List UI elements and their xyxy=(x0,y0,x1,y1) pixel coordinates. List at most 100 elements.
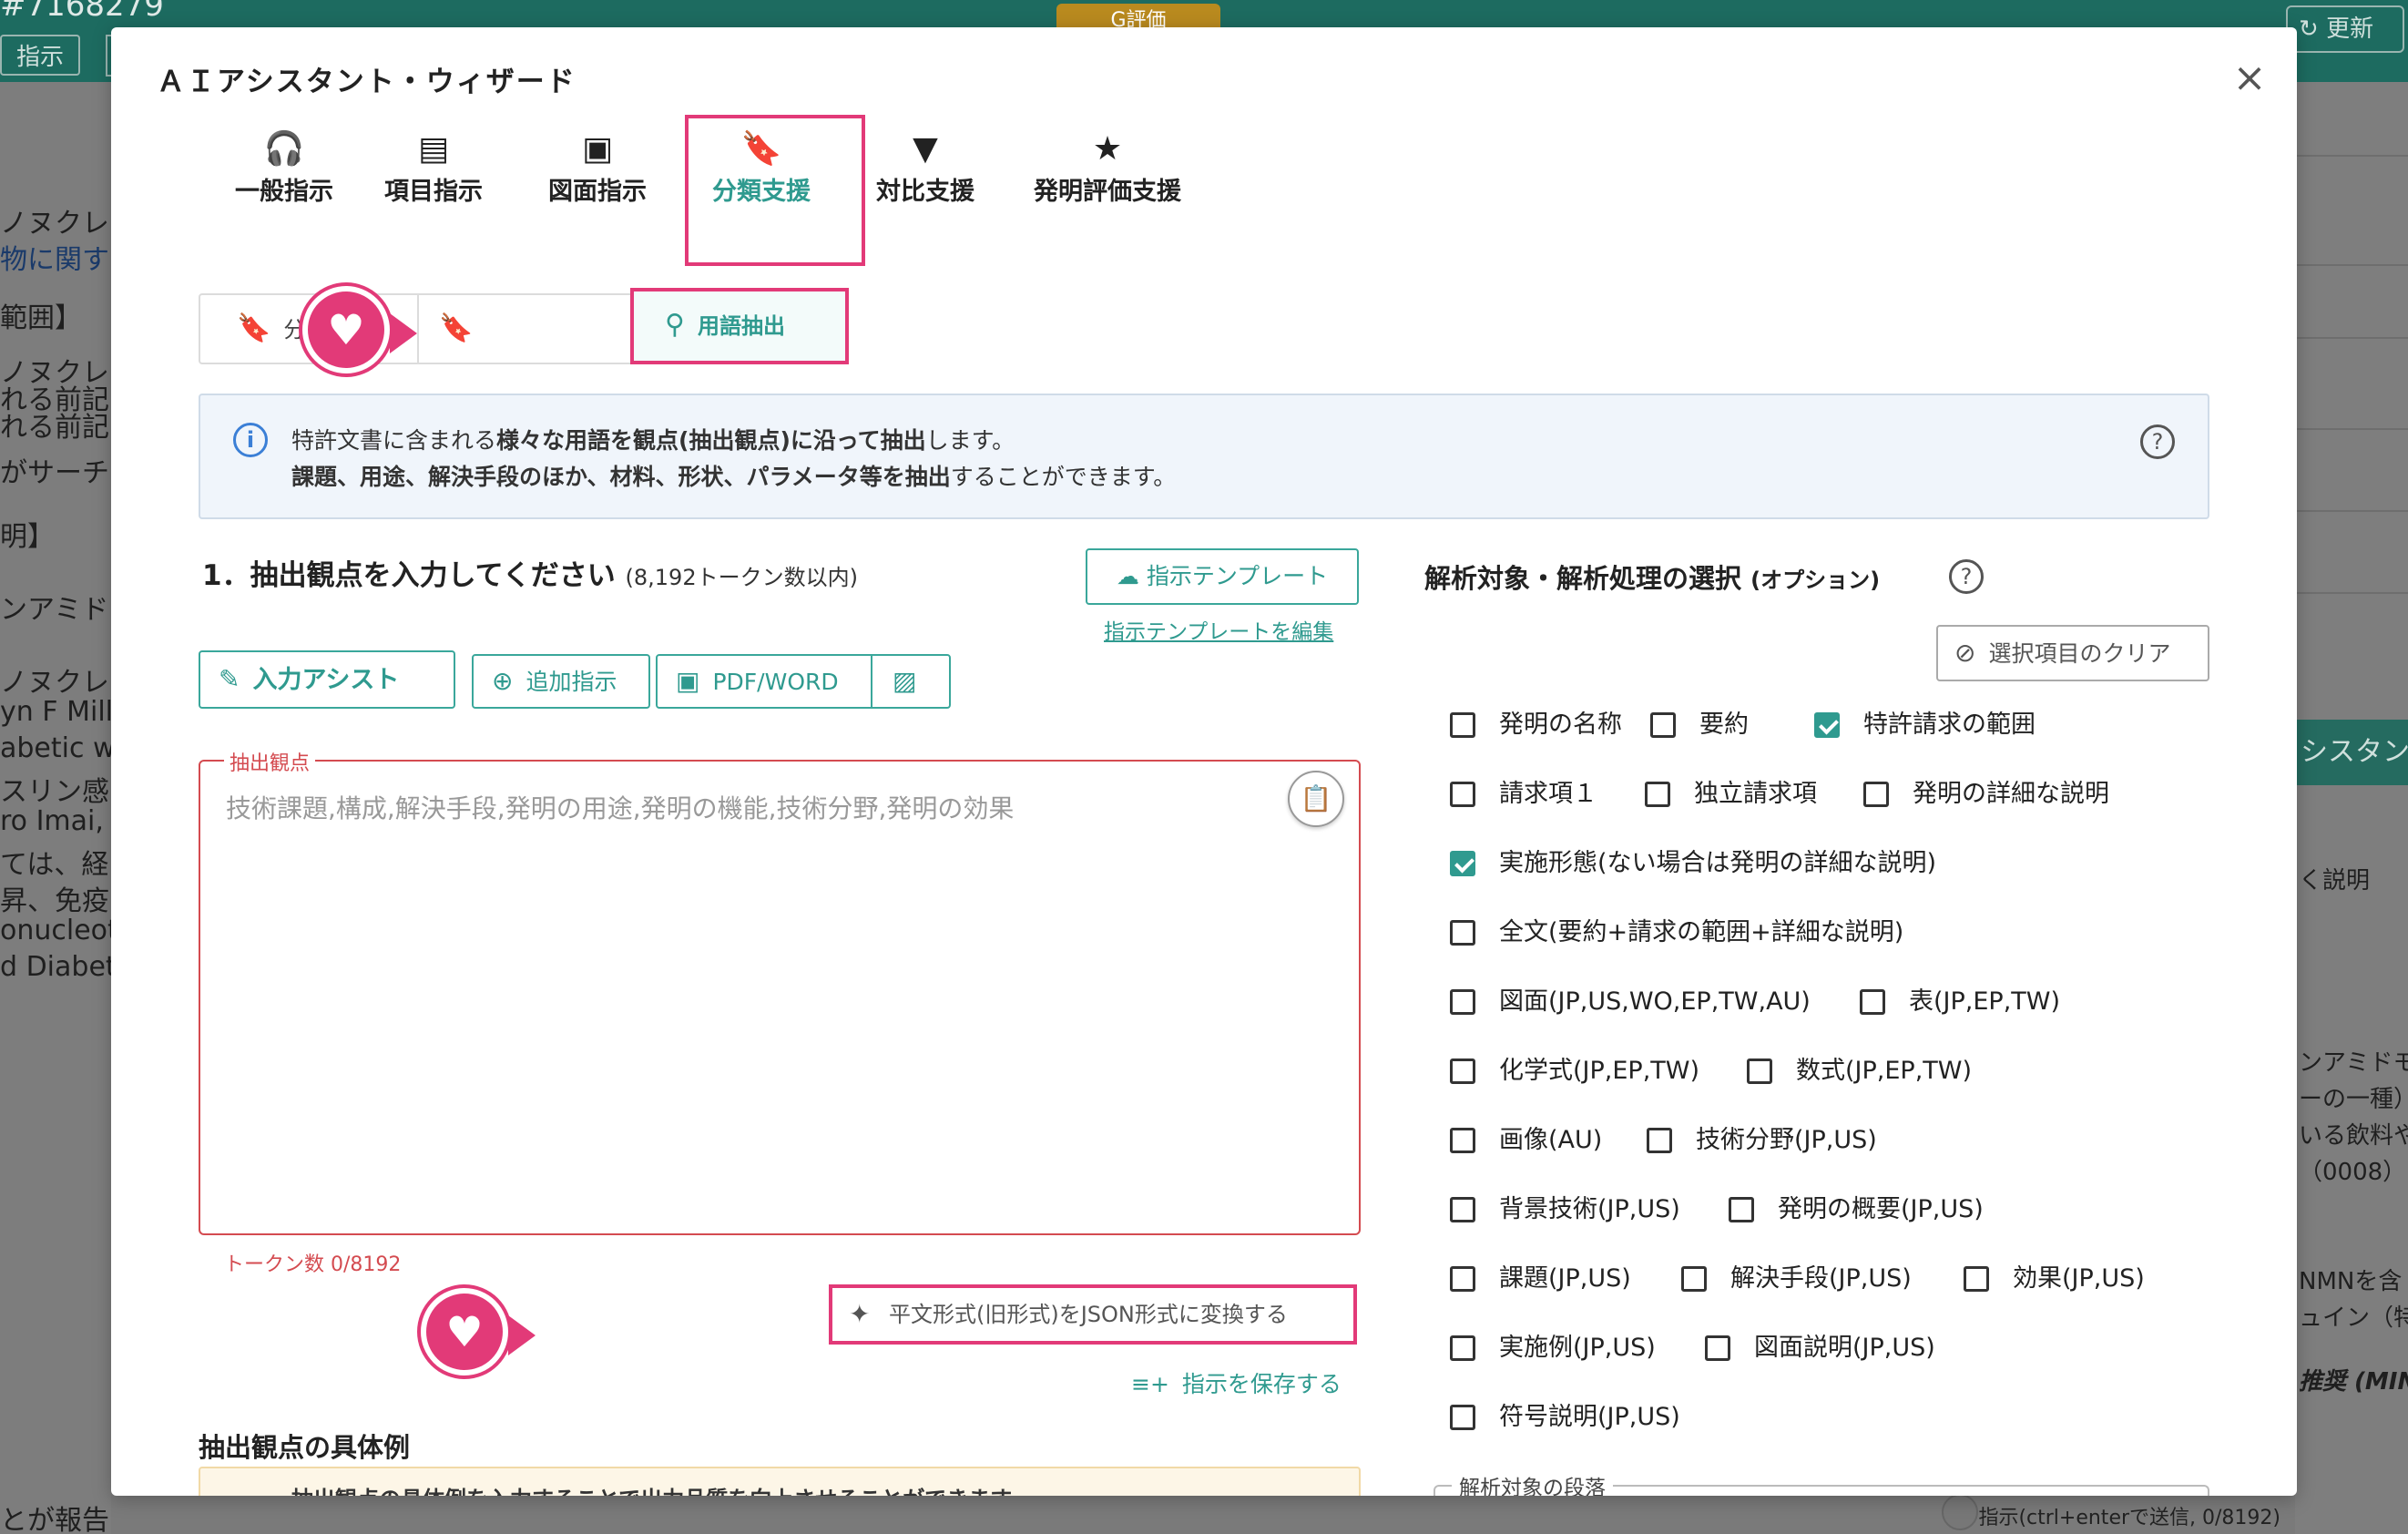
subtab-label: 用語抽出 xyxy=(697,313,785,339)
bg-side-text: ンアミドモ xyxy=(2299,1049,2408,1077)
magic-wand-icon: ✦ xyxy=(849,1299,871,1329)
send-hint: 指示(ctrl+enterで送信, 0/8192) xyxy=(1978,1507,2280,1529)
checkbox-label: 画像(AU) xyxy=(1499,1126,1603,1154)
bookmark-plus-icon: 🔖 xyxy=(237,312,271,344)
tab-figures[interactable]: ▣ 図面指示 xyxy=(525,128,670,228)
info-text: 特許文書に含まれる xyxy=(291,427,497,454)
checkbox[interactable] xyxy=(1450,1266,1475,1292)
help-icon[interactable]: ? xyxy=(1949,559,1984,594)
checkbox-label: 化学式(JP,EP,TW) xyxy=(1499,1057,1700,1085)
bg-text-line: 昇、免疫 xyxy=(0,885,109,917)
checkbox[interactable] xyxy=(1650,712,1676,738)
step1-note: (8,192トークン数以内) xyxy=(625,565,858,590)
checkbox[interactable] xyxy=(1964,1266,1989,1292)
instruct-button[interactable]: 指示 xyxy=(0,35,81,76)
checkbox[interactable] xyxy=(1747,1058,1772,1084)
bookmarks-icon: 🔖 xyxy=(740,130,782,168)
checkbox-label: 全文(要約+請求の範囲+詳細な説明) xyxy=(1499,918,1904,946)
checkbox[interactable] xyxy=(1681,1266,1707,1292)
checkbox[interactable] xyxy=(1450,1335,1475,1361)
options-title: 解析対象・解析処理の選択 (オプション) xyxy=(1424,557,1880,596)
checkbox[interactable] xyxy=(1814,712,1840,738)
heart-icon: ♥ xyxy=(302,286,417,373)
checkbox-label: 数式(JP,EP,TW) xyxy=(1796,1057,1973,1085)
bg-text-line: とが報告されている。 xyxy=(0,1505,111,1534)
tab-classification[interactable]: 🔖 分類支援 xyxy=(689,128,834,228)
options-heading: 解析対象・解析処理の選択 xyxy=(1424,563,1742,594)
checkbox[interactable] xyxy=(1450,989,1475,1015)
tab-evaluation[interactable]: ★ 発明評価支援 xyxy=(1016,128,1199,228)
instruction-template-button[interactable]: ☁ 指示テンプレート xyxy=(1086,548,1359,605)
checkbox[interactable] xyxy=(1705,1335,1730,1361)
refresh-button[interactable]: ↻ 更新 xyxy=(2286,5,2404,53)
checkbox[interactable] xyxy=(1860,989,1885,1015)
examples-text: 抽出観点の具体例を入力することで出力品質を向上させることができます。 xyxy=(291,1481,1032,1496)
bg-text-line: ro Imai, L xyxy=(0,805,111,837)
clear-selection-button[interactable]: ⊘ 選択項目のクリア xyxy=(1936,625,2209,681)
checkbox[interactable] xyxy=(1645,782,1670,807)
modal-title: ＡＩアシスタント・ウィザード xyxy=(157,66,576,98)
checkbox[interactable] xyxy=(1647,1128,1672,1153)
filter-icon: ▼ xyxy=(913,130,938,168)
checkbox[interactable] xyxy=(1450,920,1475,946)
bg-text-line: abetic w xyxy=(0,732,111,764)
checkbox[interactable] xyxy=(1729,1197,1754,1222)
bg-side-text: く説明 xyxy=(2299,867,2371,895)
divider xyxy=(2295,428,2408,430)
save-instruction-link[interactable]: ≡+ 指示を保存する xyxy=(1131,1366,1342,1399)
link-label: 指示を保存する xyxy=(1181,1371,1342,1397)
input-assist-button[interactable]: ✎ 入力アシスト xyxy=(199,650,455,709)
checkbox[interactable] xyxy=(1450,1405,1475,1430)
checkbox[interactable] xyxy=(1863,782,1889,807)
chevron-down-icon[interactable] xyxy=(1942,1494,1978,1530)
extraction-viewpoint-field[interactable]: 抽出観点 技術課題,構成,解決手段,発明の用途,発明の機能,技術分野,発明の効果… xyxy=(199,747,1361,1235)
close-icon[interactable]: × xyxy=(2228,58,2271,102)
checkbox[interactable] xyxy=(1450,712,1475,738)
background-input-bar: 指示(ctrl+enterで送信, 0/8192) xyxy=(111,1494,2295,1534)
list-icon: ▤ xyxy=(417,130,449,168)
checkbox-label: 発明の概要(JP,US) xyxy=(1778,1195,1984,1223)
subtab-check[interactable]: 🔖 xyxy=(439,295,485,363)
checkbox[interactable] xyxy=(1450,1197,1475,1222)
tab-general[interactable]: 🎧 一般指示 xyxy=(211,128,357,228)
checkbox-label: 符号説明(JP,US) xyxy=(1499,1403,1680,1431)
search-icon: ⚲ xyxy=(665,309,685,341)
subtab-term-extract-inner: ⚲ 用語抽出 xyxy=(665,291,785,359)
tab-label: 図面指示 xyxy=(548,178,647,206)
background-side-panel: シスタント く説明 ンアミドモ ーの一種） いる飲料や （0008） NMNを含… xyxy=(2295,82,2408,1534)
divider xyxy=(2295,264,2408,266)
image-icon: ▣ xyxy=(581,130,613,168)
step1-title: 1．抽出観点を入力してください (8,192トークン数以内) xyxy=(202,552,858,593)
playlist-add-icon: ≡+ xyxy=(1131,1371,1169,1397)
checkbox[interactable] xyxy=(1450,1058,1475,1084)
clipboard-icon[interactable]: 📋 xyxy=(1288,771,1344,827)
tab-items[interactable]: ▤ 項目指示 xyxy=(361,128,506,228)
options-note: (オプション) xyxy=(1750,568,1881,593)
tab-comparison[interactable]: ▼ 対比支援 xyxy=(852,128,998,228)
step1-heading: 1．抽出観点を入力してください xyxy=(202,559,616,592)
edit-template-link[interactable]: 指示テンプレートを編集 xyxy=(1104,614,1333,645)
help-icon[interactable]: ? xyxy=(2140,424,2175,459)
bg-text-line: yn F Mills xyxy=(0,696,111,728)
checkbox[interactable] xyxy=(1450,782,1475,807)
bg-side-text: （0008） xyxy=(2299,1159,2407,1186)
assistant-panel-header[interactable]: シスタント xyxy=(2295,720,2408,785)
bg-text-line: onucleot xyxy=(0,915,111,946)
bg-text-line: ンアミド xyxy=(0,594,109,626)
checkbox-label: 発明の名称 xyxy=(1499,711,1622,739)
star-icon: ★ xyxy=(1092,130,1123,168)
checkbox[interactable] xyxy=(1450,851,1475,876)
tab-label: 一般指示 xyxy=(235,178,333,206)
convert-json-button[interactable]: ✦ 平文形式(旧形式)をJSON形式に変換する xyxy=(829,1284,1357,1345)
fieldset-label: 解析対象の段落 xyxy=(1452,1470,1613,1496)
bg-text-line: 物に関す xyxy=(0,244,109,276)
add-instruction-button[interactable]: ⊕ 追加指示 xyxy=(472,654,650,709)
subtab-term-extract[interactable]: ⚲ 用語抽出 xyxy=(630,288,849,364)
bg-text-line: ノヌクレ xyxy=(0,667,109,699)
checkbox[interactable] xyxy=(1450,1128,1475,1153)
add-image-icon[interactable]: ▨ xyxy=(893,656,916,707)
pdf-word-button[interactable]: ▣ PDF/WORD xyxy=(658,666,839,696)
divider xyxy=(417,295,419,363)
info-text-bold: 課題、用途、解決手段のほか、材料、形状、パラメータ等を抽出 xyxy=(291,464,951,490)
bookmark-check-icon: 🔖 xyxy=(439,312,474,344)
